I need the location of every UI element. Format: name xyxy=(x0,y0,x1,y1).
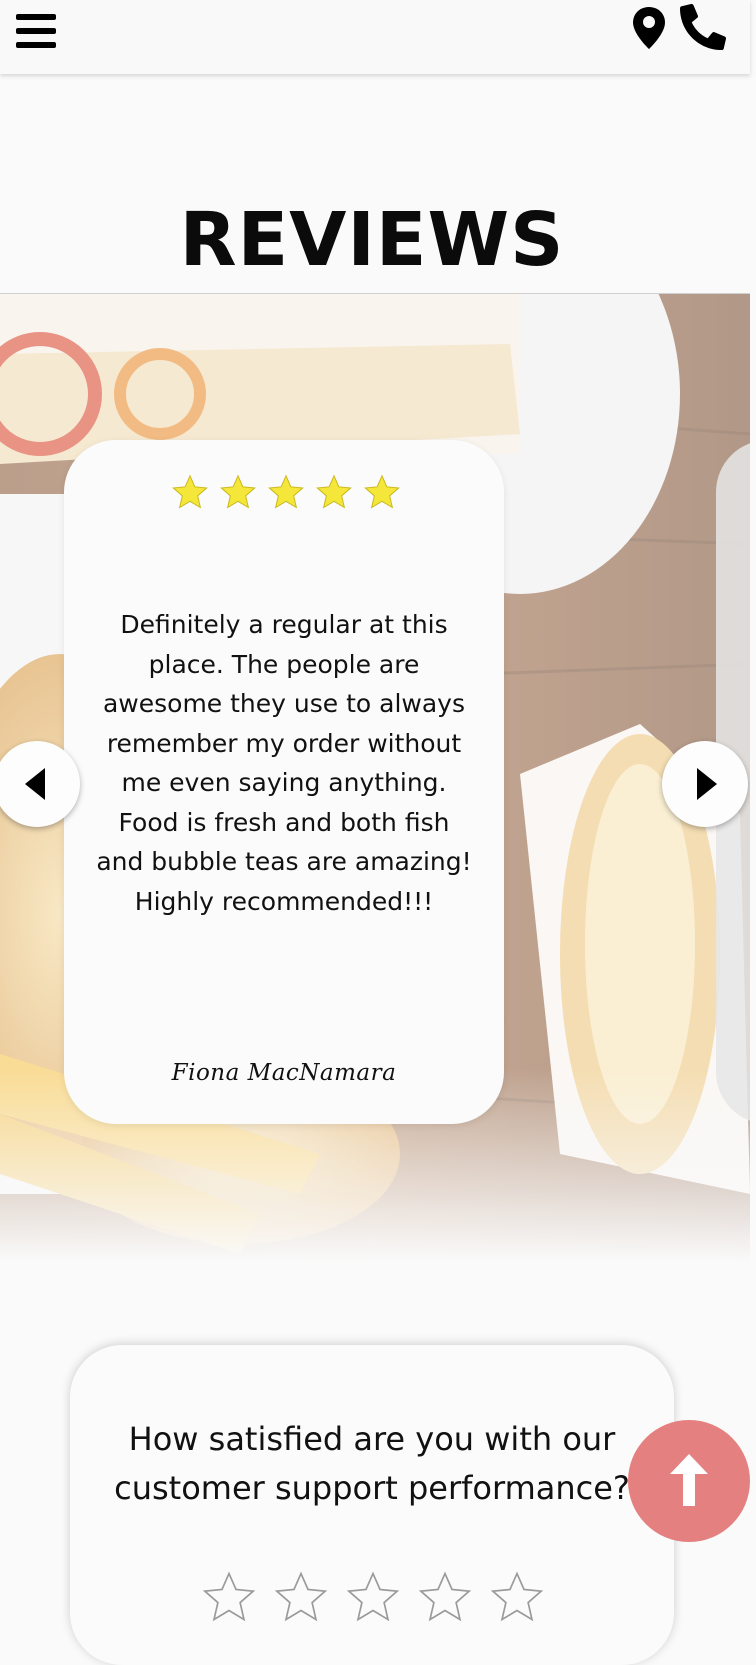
survey-card: How satisfied are you with our customer … xyxy=(70,1345,674,1665)
hamburger-menu-icon[interactable] xyxy=(16,12,56,50)
phone-icon[interactable] xyxy=(680,4,726,50)
review-card: Definitely a regular at this place. The … xyxy=(64,440,504,1124)
star-filled-icon xyxy=(268,474,304,509)
next-review-button[interactable] xyxy=(662,741,748,827)
star-filled-icon xyxy=(364,474,400,509)
star-outline-icon[interactable] xyxy=(344,1569,402,1625)
review-author: Fiona MacNamara xyxy=(171,1060,397,1086)
scroll-to-top-button[interactable] xyxy=(628,1420,750,1542)
review-text: Definitely a regular at this place. The … xyxy=(96,610,472,916)
satisfaction-rating xyxy=(200,1569,546,1625)
top-header xyxy=(0,0,750,74)
star-outline-icon[interactable] xyxy=(200,1569,258,1625)
star-outline-icon[interactable] xyxy=(272,1569,330,1625)
caret-left-icon xyxy=(25,768,45,800)
star-filled-icon xyxy=(316,474,352,509)
star-filled-icon xyxy=(220,474,256,509)
reviews-carousel: Definitely a regular at this place. The … xyxy=(0,294,750,1262)
star-outline-icon[interactable] xyxy=(416,1569,474,1625)
survey-question: How satisfied are you with our customer … xyxy=(114,1420,630,1507)
reviews-title: REVIEWS xyxy=(179,197,565,283)
star-filled-icon xyxy=(172,474,208,509)
star-outline-icon[interactable] xyxy=(488,1569,546,1625)
review-rating-stars xyxy=(170,472,402,516)
arrow-up-icon xyxy=(670,1454,708,1506)
caret-right-icon xyxy=(697,768,717,800)
map-pin-icon[interactable] xyxy=(632,6,666,50)
